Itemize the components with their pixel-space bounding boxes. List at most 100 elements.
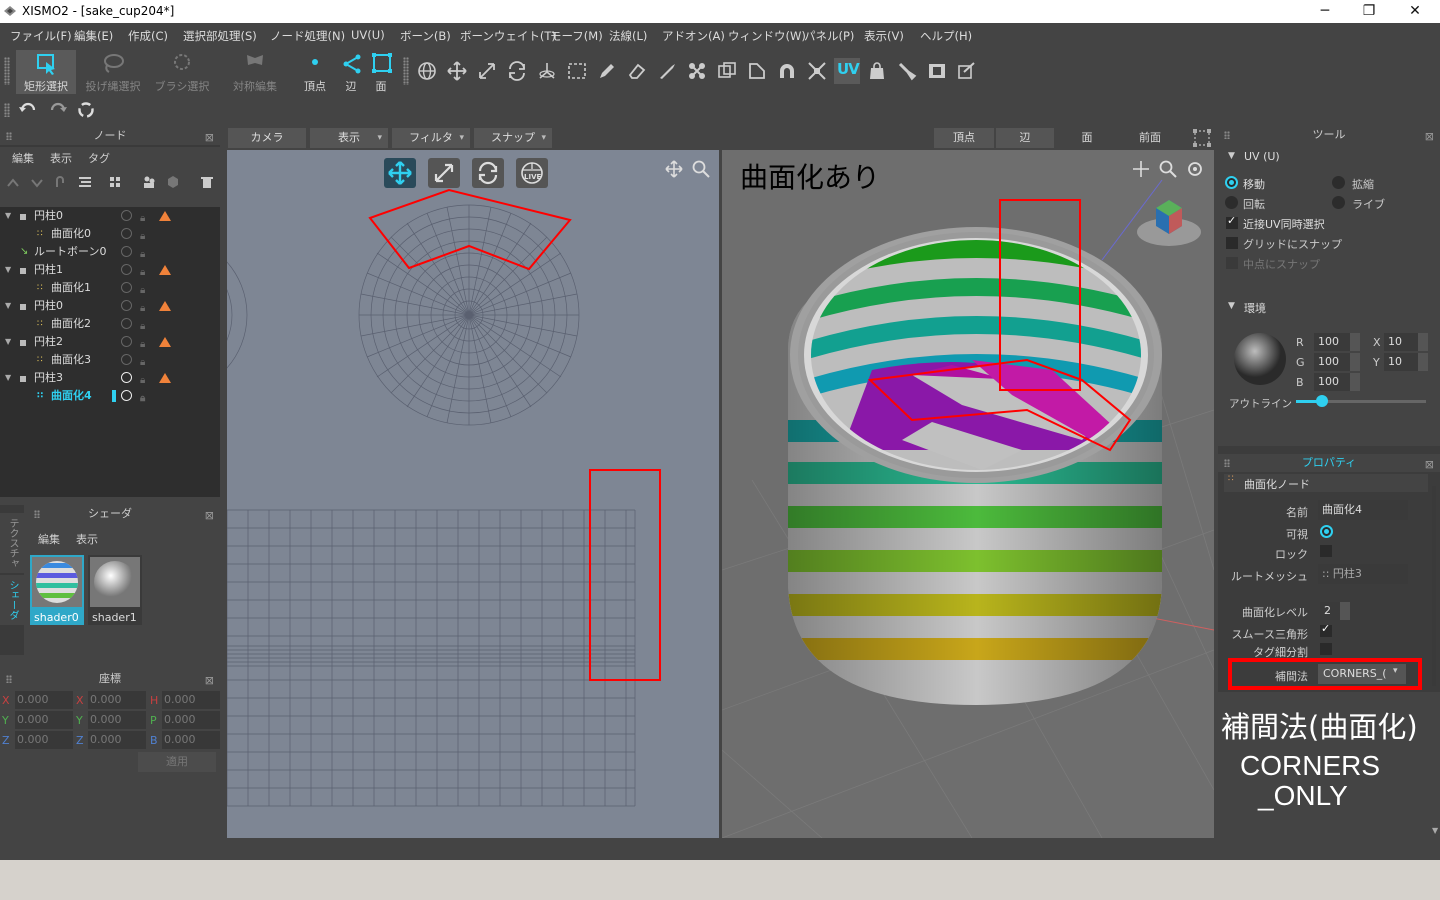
visibility-icon[interactable]: [121, 390, 132, 401]
lock-icon[interactable]: 🔒︎: [140, 264, 149, 278]
brush-icon[interactable]: [896, 60, 918, 82]
move-up-icon[interactable]: [6, 177, 20, 189]
zoom-icon[interactable]: [691, 159, 711, 179]
lock-icon[interactable]: 🔒︎: [140, 246, 149, 260]
near-uv-checkbox[interactable]: [1226, 214, 1238, 229]
globe-icon[interactable]: [416, 60, 438, 82]
x-input[interactable]: 10: [1384, 333, 1428, 351]
visibility-icon[interactable]: [121, 336, 132, 347]
tree-item-subdiv4[interactable]: ∷ 曲面化4 🔒︎: [0, 387, 218, 405]
toolbar-grip[interactable]: [4, 57, 10, 85]
lock-icon[interactable]: 🔒︎: [140, 318, 149, 332]
expand-arrow-icon[interactable]: ▼: [5, 369, 11, 387]
grid-snap-checkbox[interactable]: [1226, 237, 1238, 249]
coord-input[interactable]: 0.000: [15, 691, 73, 709]
coord-input[interactable]: 0.000: [88, 711, 146, 729]
edge-mode-button[interactable]: 辺: [338, 50, 364, 94]
visibility-icon[interactable]: [121, 300, 132, 311]
lock-icon[interactable]: 🔒︎: [140, 300, 149, 314]
property-scrollbar[interactable]: [1432, 486, 1436, 686]
visible-toggle[interactable]: [1320, 525, 1333, 538]
menu-panel[interactable]: パネル(P): [804, 28, 854, 44]
shader-item-0[interactable]: shader0: [30, 555, 84, 625]
tree-item-cylinder0[interactable]: ▼ 円柱0 🔒︎: [0, 207, 218, 225]
tree-item-cylinder0b[interactable]: ▼ 円柱0 🔒︎: [0, 297, 218, 315]
vertex-tab[interactable]: 頂点: [934, 128, 994, 148]
menu-addon[interactable]: アドオン(A): [662, 28, 725, 44]
visibility-icon[interactable]: [121, 228, 132, 239]
maximize-button[interactable]: ❐: [1346, 0, 1392, 23]
menu-window[interactable]: ウィンドウ(W): [728, 28, 806, 44]
apply-button[interactable]: 適用: [138, 752, 216, 772]
spin-icon[interactable]: [1350, 373, 1360, 391]
filter-dropdown[interactable]: フィルタ: [392, 128, 470, 148]
recycle-icon[interactable]: [76, 100, 96, 120]
coord-input[interactable]: 0.000: [162, 731, 220, 749]
tree-item-cylinder1[interactable]: ▼ 円柱1 🔒︎: [0, 261, 218, 279]
face-tab[interactable]: 面: [1056, 128, 1118, 148]
collapse-arrow-icon[interactable]: ▼: [1228, 151, 1235, 161]
eraser-icon[interactable]: [626, 60, 648, 82]
shader-item-1[interactable]: shader1: [88, 555, 142, 625]
tool-panel-close-icon[interactable]: ⊠: [1425, 128, 1434, 146]
menu-uv[interactable]: UV(U): [351, 28, 385, 42]
bevel-icon[interactable]: [746, 60, 768, 82]
lock-icon[interactable]: 🔒︎: [140, 390, 149, 404]
reparent-icon[interactable]: [54, 175, 68, 189]
visibility-icon[interactable]: [121, 264, 132, 275]
menu-help[interactable]: ヘルプ(H): [920, 28, 972, 44]
view-cube-icon[interactable]: [1134, 190, 1204, 250]
coord-panel-close-icon[interactable]: ⊠: [205, 672, 214, 690]
coord-input[interactable]: 0.000: [88, 731, 146, 749]
lock-checkbox[interactable]: [1320, 545, 1332, 557]
shader-panel-close-icon[interactable]: ⊠: [205, 507, 214, 525]
live-radio[interactable]: [1332, 196, 1345, 209]
vertex-mode-button[interactable]: 頂点: [296, 50, 334, 94]
tree-item-subdiv2[interactable]: ∷ 曲面化2 🔒︎: [0, 315, 218, 333]
pan-icon[interactable]: [1131, 159, 1151, 179]
minimize-button[interactable]: ─: [1302, 0, 1348, 23]
tree-item-subdiv0[interactable]: ∷ 曲面化0 🔒︎: [0, 225, 218, 243]
shrink-icon[interactable]: [806, 60, 828, 82]
edge-tab[interactable]: 辺: [996, 128, 1054, 148]
knife-icon[interactable]: [656, 60, 678, 82]
spin-icon[interactable]: [1418, 333, 1428, 351]
camera-tab[interactable]: カメラ: [228, 128, 306, 148]
visibility-icon[interactable]: [121, 246, 132, 257]
snap-dropdown[interactable]: スナップ: [474, 128, 552, 148]
marquee-icon[interactable]: [566, 60, 588, 82]
shader-tab[interactable]: シェーダ: [0, 575, 24, 625]
zoom-icon[interactable]: [1158, 159, 1178, 179]
list-icon[interactable]: [78, 175, 92, 189]
spin-icon[interactable]: [1418, 353, 1428, 371]
toolbar-grip-2[interactable]: [403, 57, 409, 85]
box-icon[interactable]: [166, 175, 180, 189]
brush-select-button[interactable]: ブラシ選択: [152, 50, 212, 94]
rect-select-button[interactable]: 矩形選択: [16, 50, 76, 94]
tree-item-cylinder3[interactable]: ▼ 円柱3 🔒︎: [0, 369, 218, 387]
visibility-icon[interactable]: [121, 354, 132, 365]
menu-morph[interactable]: モーフ(M): [550, 28, 603, 44]
visibility-icon[interactable]: [121, 372, 132, 383]
property-panel-grip[interactable]: [1224, 459, 1230, 467]
pivot-icon[interactable]: [536, 60, 558, 82]
view-dropdown[interactable]: 表示: [310, 128, 388, 148]
uv-viewport[interactable]: LIVE: [227, 150, 719, 838]
coord-input[interactable]: 0.000: [88, 691, 146, 709]
outline-slider-knob[interactable]: [1316, 395, 1328, 407]
redo-icon[interactable]: [48, 101, 68, 119]
expand-arrow-icon[interactable]: ▼: [5, 333, 11, 351]
coord-input[interactable]: 0.000: [15, 731, 73, 749]
film-icon[interactable]: [926, 60, 948, 82]
expand-arrow-icon[interactable]: ▼: [5, 261, 11, 279]
move-icon[interactable]: [446, 60, 468, 82]
outline-slider[interactable]: [1296, 395, 1426, 407]
front-tab[interactable]: 前面: [1120, 128, 1180, 148]
expand-arrow-icon[interactable]: ▼: [5, 207, 11, 225]
shader-menu-edit[interactable]: 編集: [38, 531, 60, 547]
property-panel-close-icon[interactable]: ⊠: [1425, 456, 1434, 474]
menu-node[interactable]: ノード処理(N): [270, 28, 345, 44]
shader-menu-view[interactable]: 表示: [76, 531, 98, 547]
menu-view[interactable]: 表示(V): [864, 28, 904, 44]
tool-panel-grip[interactable]: [1224, 131, 1230, 139]
